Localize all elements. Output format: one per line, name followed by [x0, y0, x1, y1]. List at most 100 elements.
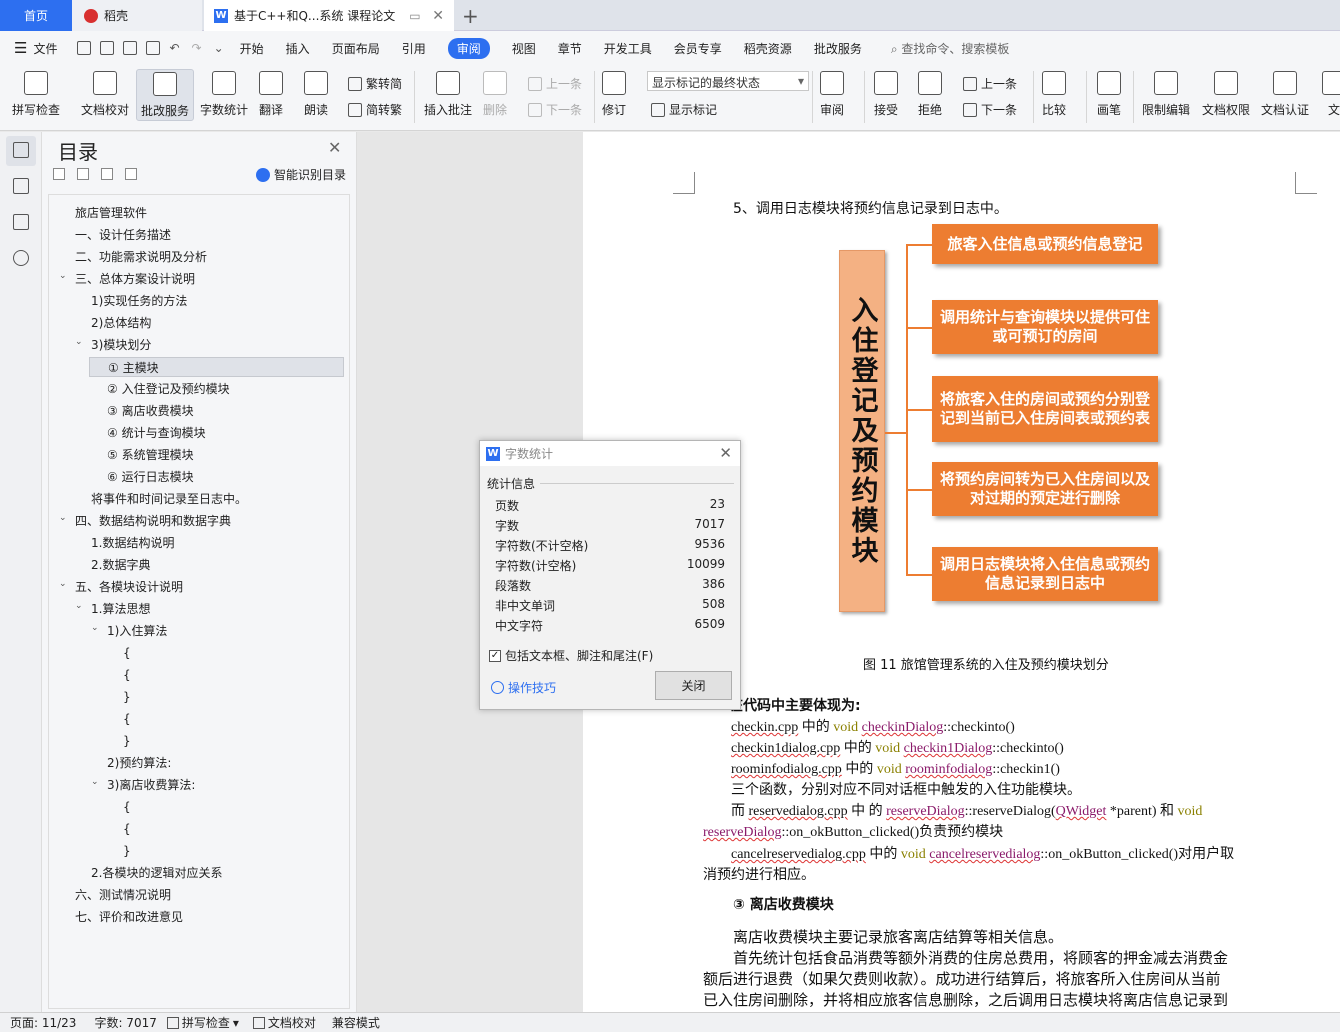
menu-insert[interactable]: 插入: [286, 40, 310, 57]
new-tab-icon[interactable]: +: [462, 4, 479, 28]
toc-item[interactable]: 2.各模块的逻辑对应关系: [91, 863, 222, 883]
tab-home[interactable]: 首页: [0, 0, 72, 31]
chevron-down-icon[interactable]: ⌄: [59, 513, 69, 523]
prev-change-button[interactable]: 上一条: [963, 75, 1017, 92]
menu-member[interactable]: 会员专享: [674, 40, 722, 57]
more-chevron-icon[interactable]: ⌄: [214, 41, 224, 55]
doc-cert-button[interactable]: 文档认证: [1261, 71, 1309, 118]
translate-button[interactable]: 翻译: [259, 71, 283, 118]
dialog-close-icon[interactable]: ✕: [719, 444, 732, 462]
toc-item[interactable]: 七、评价和改进意见: [75, 907, 183, 927]
tab-daoke[interactable]: 稻壳: [72, 0, 202, 31]
compare-button[interactable]: 比较: [1042, 71, 1066, 118]
doc-permission-button[interactable]: 文档权限: [1202, 71, 1250, 118]
toc-item[interactable]: 旅店管理软件: [75, 203, 147, 223]
export-icon[interactable]: [100, 41, 115, 55]
toc-item[interactable]: 2.数据字典: [91, 555, 150, 575]
add-item-icon[interactable]: [101, 168, 113, 180]
menu-file[interactable]: 文件: [33, 40, 57, 57]
reject-button[interactable]: 拒绝: [918, 71, 942, 118]
restrict-edit-button[interactable]: 限制编辑: [1142, 71, 1190, 118]
undo-icon[interactable]: ↶: [169, 41, 179, 55]
toc-item[interactable]: ⑤ 系统管理模块: [107, 445, 194, 465]
spell-check-status[interactable]: 拼写检查 ▾: [166, 1014, 239, 1031]
toc-item[interactable]: 1)入住算法: [107, 621, 167, 641]
read-aloud-button[interactable]: 朗读: [304, 71, 328, 118]
simp-to-trad-button[interactable]: 简转繁: [348, 101, 402, 118]
menu-reference[interactable]: 引用: [402, 40, 426, 57]
menu-chapter[interactable]: 章节: [558, 40, 582, 57]
collapse-all-icon[interactable]: [53, 168, 65, 180]
dialog-close-button[interactable]: 关闭: [655, 671, 732, 700]
toc-item[interactable]: {: [123, 709, 131, 729]
toc-item[interactable]: 1.数据结构说明: [91, 533, 174, 553]
toc-item[interactable]: ③ 离店收费模块: [107, 401, 194, 421]
preview-icon[interactable]: [146, 41, 161, 55]
toc-item[interactable]: 五、各模块设计说明: [75, 577, 183, 597]
toc-item[interactable]: 四、数据结构说明和数据字典: [75, 511, 231, 531]
toc-item[interactable]: ① 主模块: [89, 357, 344, 377]
tips-link[interactable]: 操作技巧: [491, 679, 556, 696]
more-tool-button[interactable]: 文: [1322, 71, 1340, 118]
review-service-button[interactable]: 批改服务: [136, 69, 195, 121]
redo-icon[interactable]: ↷: [192, 41, 202, 55]
toc-icon[interactable]: [13, 142, 29, 158]
toc-item[interactable]: 二、功能需求说明及分析: [75, 247, 207, 267]
show-markup-button[interactable]: 显示标记: [651, 101, 717, 118]
toc-item[interactable]: ⑥ 运行日志模块: [107, 467, 194, 487]
review-pane-button[interactable]: 审阅: [820, 71, 844, 118]
menu-correction[interactable]: 批改服务: [814, 40, 862, 57]
toc-item[interactable]: ④ 统计与查询模块: [107, 423, 206, 443]
delete-comment-button[interactable]: 删除: [483, 71, 507, 118]
prev-comment-button[interactable]: 上一条: [528, 75, 582, 92]
toc-item[interactable]: 将事件和时间记录至日志中。: [91, 489, 247, 509]
toc-item[interactable]: 三、总体方案设计说明: [75, 269, 195, 289]
smart-toc-button[interactable]: 智能识别目录: [256, 166, 346, 183]
doc-check-status[interactable]: 文档校对: [252, 1014, 316, 1031]
chevron-down-icon[interactable]: ⌄: [75, 337, 85, 347]
menu-review[interactable]: 审阅: [447, 37, 490, 59]
menu-view[interactable]: 视图: [512, 40, 536, 57]
toc-item[interactable]: }: [123, 687, 131, 707]
menu-daoke[interactable]: 稻壳资源: [744, 40, 792, 57]
menu-start[interactable]: 开始: [240, 40, 264, 57]
navigation-icon[interactable]: [13, 178, 29, 194]
word-count-button[interactable]: 字数统计: [200, 71, 248, 118]
doc-check-button[interactable]: 文档校对: [81, 71, 129, 118]
track-changes-button[interactable]: 修订: [602, 71, 626, 118]
markup-state-select[interactable]: 显示标记的最终状态 ▾: [647, 71, 809, 91]
toc-item[interactable]: 3)离店收费算法:: [107, 775, 195, 795]
search-icon[interactable]: [13, 250, 29, 266]
tab-document[interactable]: W 基于C++和Q...系统 课程论文 ▭ ✕: [204, 0, 454, 31]
expand-up-icon[interactable]: [77, 168, 89, 180]
remove-item-icon[interactable]: [125, 168, 137, 180]
toc-item[interactable]: {: [123, 819, 131, 839]
close-icon[interactable]: ✕: [328, 138, 341, 157]
menu-devtools[interactable]: 开发工具: [604, 40, 652, 57]
next-change-button[interactable]: 下一条: [963, 101, 1017, 118]
include-textbox-checkbox[interactable]: ✓ 包括文本框、脚注和尾注(F): [489, 647, 653, 664]
word-count-indicator[interactable]: 字数: 7017: [94, 1014, 156, 1031]
insert-comment-button[interactable]: 插入批注: [424, 71, 472, 118]
print-icon[interactable]: [123, 41, 138, 55]
pen-button[interactable]: 画笔: [1097, 71, 1121, 118]
page-indicator[interactable]: 页面: 11/23: [10, 1014, 76, 1031]
toc-item[interactable]: 2)总体结构: [91, 313, 151, 333]
toc-item[interactable]: 一、设计任务描述: [75, 225, 171, 245]
restore-icon[interactable]: ▭: [409, 9, 420, 23]
hamburger-icon[interactable]: ☰: [14, 39, 27, 57]
toc-item[interactable]: 2)预约算法:: [107, 753, 171, 773]
toc-item[interactable]: }: [123, 841, 131, 861]
chevron-down-icon[interactable]: ⌄: [59, 271, 69, 281]
toc-item[interactable]: 1)实现任务的方法: [91, 291, 187, 311]
toc-item[interactable]: {: [123, 643, 131, 663]
next-comment-button[interactable]: 下一条: [528, 101, 582, 118]
toc-item[interactable]: {: [123, 797, 131, 817]
menu-layout[interactable]: 页面布局: [332, 40, 380, 57]
close-tab-icon[interactable]: ✕: [432, 8, 444, 24]
toc-item[interactable]: ② 入住登记及预约模块: [107, 379, 230, 399]
bookmark-icon[interactable]: [13, 214, 29, 230]
command-search[interactable]: ⌕ 查找命令、搜索模板: [891, 40, 1010, 57]
toc-item[interactable]: 六、测试情况说明: [75, 885, 171, 905]
chevron-down-icon[interactable]: ⌄: [91, 777, 101, 787]
